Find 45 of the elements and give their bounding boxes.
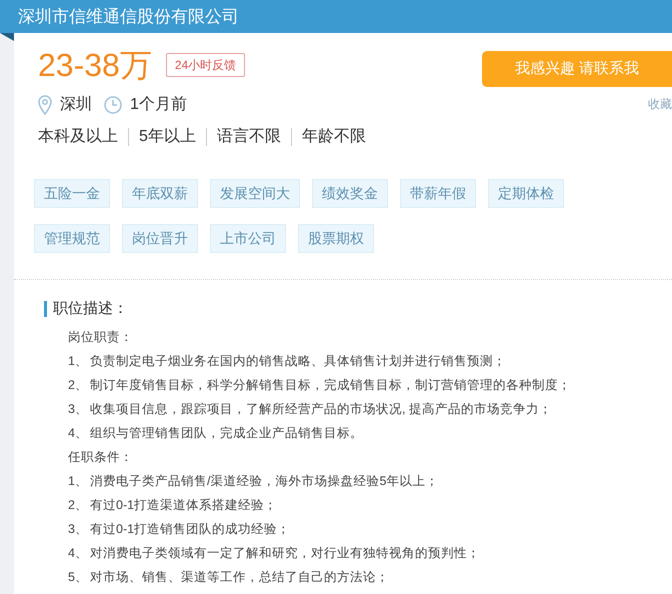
list-item-text: 对市场、销售、渠道等工作，总结了自己的方法论； xyxy=(90,568,389,586)
list-item-text: 有过0-1打造渠道体系搭建经验； xyxy=(90,496,278,514)
benefit-tag: 管理规范 xyxy=(34,224,110,253)
benefit-tag: 带薪年假 xyxy=(400,179,476,208)
list-number: 4、 xyxy=(68,544,89,562)
list-number: 4、 xyxy=(68,424,89,442)
benefit-tag: 上市公司 xyxy=(210,224,286,253)
requirement-text: 本科及以上 xyxy=(38,126,118,147)
list-item-text: 制订年度销售目标，科学分解销售目标，完成销售目标，制订营销管理的各种制度； xyxy=(90,376,571,394)
list-number: 2、 xyxy=(68,496,89,514)
benefit-tag: 岗位晋升 xyxy=(122,224,198,253)
list-item-text: 有过0-1打造销售团队的成功经验； xyxy=(90,520,290,538)
benefit-tag: 年底双薪 xyxy=(122,179,198,208)
ribbon-fold-icon xyxy=(0,33,14,41)
posted-time: 1个月前 xyxy=(130,95,187,115)
location-text: 深圳 xyxy=(60,94,92,115)
requirement-text: 5年以上 xyxy=(139,126,196,147)
list-item-text: 收集项目信息，跟踪项目，了解所经营产品的市场状况, 提高产品的市场竞争力； xyxy=(90,400,552,418)
list-item-text: 消费电子类产品销售/渠道经验，海外市场操盘经验5年以上； xyxy=(90,472,438,490)
requirement-text: 年龄不限 xyxy=(302,127,366,147)
favorite-link[interactable]: 收藏 xyxy=(648,95,672,113)
company-name: 深圳市信维通信股份有限公司 xyxy=(18,6,239,28)
benefit-tag: 五险一金 xyxy=(34,179,110,208)
salary: 23-38万 xyxy=(38,46,152,85)
list-number: 1、 xyxy=(68,352,89,370)
benefit-tag: 发展空间大 xyxy=(210,179,300,208)
list-item-text: 对消费电子类领域有一定了解和研究，对行业有独特视角的预判性； xyxy=(90,544,480,562)
subsection-heading: 任职条件： xyxy=(68,448,134,466)
requirement-text: 语言不限 xyxy=(216,126,281,147)
apply-button[interactable]: 我感兴趣 请联系我 xyxy=(482,51,672,87)
list-number: 2、 xyxy=(68,376,89,394)
benefit-tag: 绩效奖金 xyxy=(312,179,388,208)
section-title: 职位描述： xyxy=(53,299,128,319)
location-pin-icon xyxy=(38,95,52,115)
list-item-text: 组织与管理销售团队，完成企业产品销售目标。 xyxy=(90,424,363,442)
feedback-badge: 24小时反馈 xyxy=(166,53,246,77)
list-item-text: 负责制定电子烟业务在国内的销售战略、具体销售计划并进行销售预测； xyxy=(90,352,506,370)
benefit-tag: 股票期权 xyxy=(298,224,374,253)
list-number: 3、 xyxy=(68,400,89,418)
clock-icon xyxy=(104,96,122,114)
list-number: 1、 xyxy=(68,472,89,490)
list-number: 5、 xyxy=(68,568,89,586)
list-number: 3、 xyxy=(68,520,89,538)
benefit-tag: 定期体检 xyxy=(488,179,564,208)
subsection-heading: 岗位职责： xyxy=(68,328,134,346)
